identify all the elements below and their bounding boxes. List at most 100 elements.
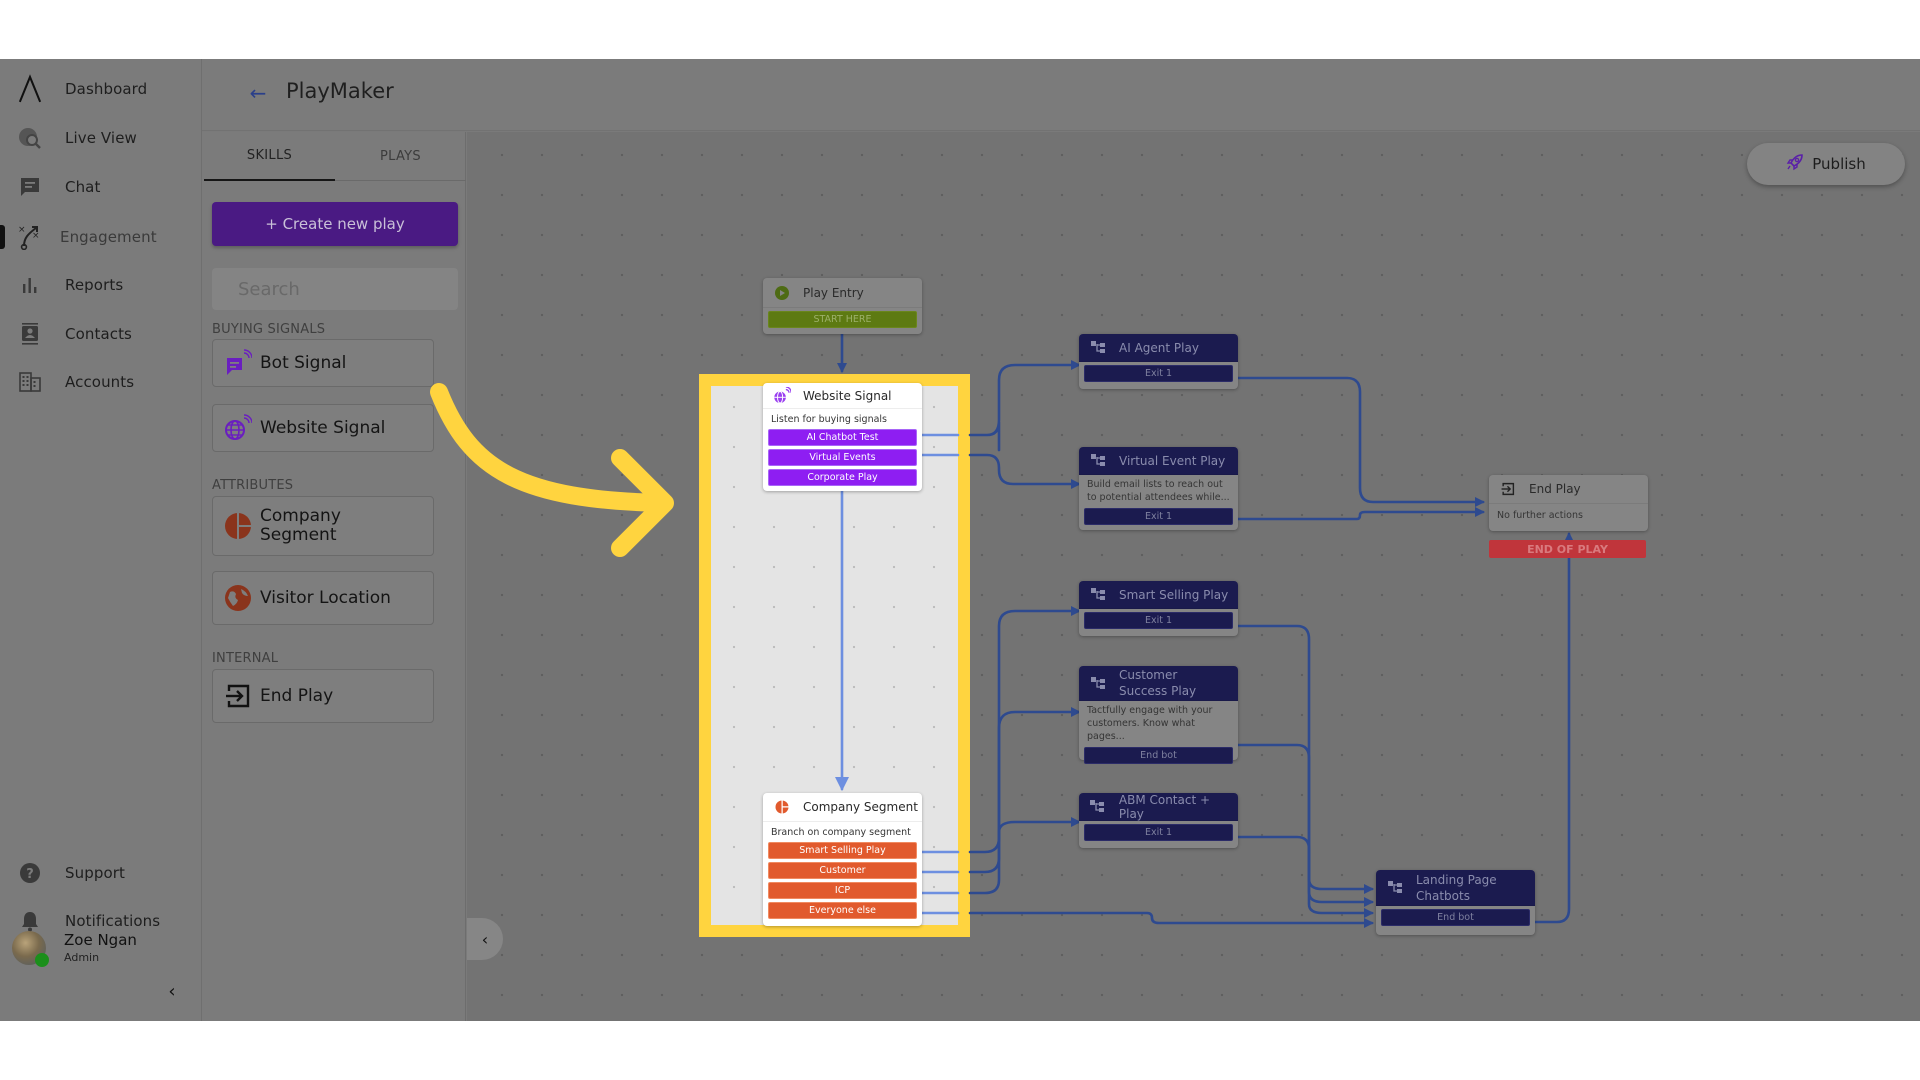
sidebar-item-label: Accounts [65, 373, 135, 391]
node-ai-agent-play[interactable]: AI Agent Play Exit 1 [1079, 334, 1238, 389]
node-play-entry[interactable]: Play Entry START HERE [763, 278, 922, 334]
skill-end-play[interactable]: End Play [212, 669, 434, 723]
globe-search-icon [18, 126, 42, 150]
node-description: Tactfully engage with your customers. Kn… [1087, 705, 1213, 742]
page-header: ← PlayMaker [202, 59, 1920, 131]
wire-ai-agent-to-end-play [1235, 376, 1485, 507]
node-title: Company Segment [803, 800, 918, 814]
exit-icon [1499, 480, 1517, 498]
connections-layer [835, 331, 1574, 928]
sidebar-item-dashboard[interactable]: Dashboard [0, 67, 200, 111]
publish-button[interactable]: Publish [1747, 143, 1905, 185]
tab-skills[interactable]: SKILLS [204, 132, 335, 181]
port-everyone-else[interactable]: Everyone else [768, 902, 917, 919]
node-title: Smart Selling Play [1119, 587, 1229, 602]
hierarchy-icon [1089, 452, 1107, 470]
sidebar-item-label: Engagement [60, 228, 157, 246]
page-title: PlayMaker [286, 79, 394, 103]
port-end-bot[interactable]: End bot [1381, 909, 1530, 926]
skill-label: Visitor Location [260, 587, 391, 608]
node-description: Branch on company segment [771, 827, 911, 838]
hierarchy-icon [1089, 339, 1107, 357]
node-website-signal[interactable]: Website Signal Listen for buying signals… [763, 383, 922, 491]
wire-icp [968, 817, 1081, 895]
wire-smart-selling-to-landing [1235, 624, 1374, 894]
node-title: Landing Page Chatbots [1416, 872, 1497, 903]
building-icon [18, 370, 42, 394]
play-circle-icon [773, 284, 791, 302]
node-description: Listen for buying signals [771, 414, 888, 425]
sidebar-item-reports[interactable]: Reports [0, 263, 200, 307]
node-smart-selling-play[interactable]: Smart Selling Play Exit 1 [1079, 581, 1238, 636]
node-landing-page-chatbots[interactable]: Landing Page Chatbots End bot [1376, 870, 1535, 935]
back-button[interactable]: ← [246, 81, 270, 105]
user-profile[interactable]: Zoe Ngan Admin [12, 929, 192, 969]
skill-company-segment[interactable]: Company Segment [212, 496, 434, 556]
skills-panel: SKILLS PLAYS + Create new play BUYING SI… [202, 132, 466, 1021]
section-title: INTERNAL [212, 651, 279, 666]
sidebar-item-live-view[interactable]: Live View [0, 116, 200, 160]
search-input[interactable] [212, 268, 458, 310]
svg-text:?: ? [26, 867, 34, 882]
port-virtual-events[interactable]: Virtual Events [768, 449, 917, 466]
section-title: ATTRIBUTES [212, 478, 294, 493]
wire-landing-to-end-play [1530, 532, 1574, 924]
port-exit-1[interactable]: Exit 1 [1084, 612, 1233, 629]
skill-website-signal[interactable]: Website Signal [212, 404, 434, 452]
skill-label: Company Segment [260, 506, 341, 545]
node-title: Website Signal [803, 388, 892, 403]
node-title: Virtual Event Play [1119, 453, 1226, 468]
sidebar-item-accounts[interactable]: Accounts [0, 360, 200, 404]
wire-ai-chatbot-to-ai-agent [968, 365, 1079, 452]
sidebar-nav: Dashboard Live View Chat × × Engagement R [0, 59, 202, 1021]
port-corporate-play[interactable]: Corporate Play [768, 469, 917, 486]
node-title: Play Entry [803, 285, 864, 300]
wire-virtual-events-to-virtual-event-play [968, 453, 1081, 489]
create-new-play-button[interactable]: + Create new play [212, 202, 458, 246]
node-customer-success-play[interactable]: Customer Success Play Tactfully engage w… [1079, 666, 1238, 764]
node-description: No further actions [1497, 510, 1583, 521]
globe-location-icon [223, 583, 253, 613]
node-company-segment[interactable]: Company Segment Branch on company segmen… [763, 793, 922, 926]
website-signal-icon [773, 386, 791, 405]
wire-virtual-event-to-end-play [1235, 507, 1485, 521]
wire-smart-selling [968, 606, 1081, 854]
port-icp[interactable]: ICP [768, 882, 917, 899]
port-start-here[interactable]: START HERE [768, 311, 917, 328]
tab-plays[interactable]: PLAYS [335, 132, 466, 181]
node-virtual-event-play[interactable]: Virtual Event Play Build email lists to … [1079, 447, 1238, 530]
port-exit-1[interactable]: Exit 1 [1084, 508, 1233, 525]
wire-customer [968, 707, 1081, 874]
sidebar-item-engagement[interactable]: × × Engagement [0, 215, 200, 259]
port-exit-1[interactable]: Exit 1 [1084, 365, 1233, 382]
skill-visitor-location[interactable]: Visitor Location [212, 571, 434, 625]
node-end-play[interactable]: End Play No further actions [1489, 475, 1648, 531]
sidebar-item-label: Notifications [65, 912, 161, 930]
website-signal-icon [223, 413, 253, 443]
port-smart-selling-play[interactable]: Smart Selling Play [768, 842, 917, 859]
node-title: AI Agent Play [1119, 340, 1199, 355]
flow-canvas[interactable]: Play Entry START HERE Website Signal Lis… [467, 132, 1920, 1021]
sidebar-item-label: Chat [65, 178, 101, 196]
port-customer[interactable]: Customer [768, 862, 917, 879]
arrow-left-icon: ← [249, 81, 267, 105]
sidebar-item-contacts[interactable]: Contacts [0, 312, 200, 356]
online-status-dot [35, 953, 49, 967]
sidebar-item-label: Dashboard [65, 80, 148, 98]
sidebar-item-label: Support [65, 864, 125, 882]
node-title: End Play [1529, 482, 1581, 496]
playbook-icon: × × [18, 225, 42, 250]
app-window: Dashboard Live View Chat × × Engagement R [0, 59, 1920, 1021]
panel-tabs: SKILLS PLAYS [204, 132, 466, 181]
port-ai-chatbot-test[interactable]: AI Chatbot Test [768, 429, 917, 446]
end-of-play-badge: END OF PLAY [1489, 540, 1646, 558]
skill-bot-signal[interactable]: Bot Signal [212, 339, 434, 387]
publish-label: Publish [1812, 155, 1866, 173]
node-abm-contact-play[interactable]: ABM Contact + Play Exit 1 [1079, 793, 1238, 848]
sidebar-item-chat[interactable]: Chat [0, 165, 200, 209]
port-exit-1[interactable]: Exit 1 [1084, 824, 1233, 841]
sidebar-item-support[interactable]: ? Support [0, 851, 200, 895]
port-end-bot[interactable]: End bot [1084, 747, 1233, 764]
collapse-nav-button[interactable]: ‹ [162, 981, 182, 1002]
skill-label: Website Signal [260, 417, 386, 438]
